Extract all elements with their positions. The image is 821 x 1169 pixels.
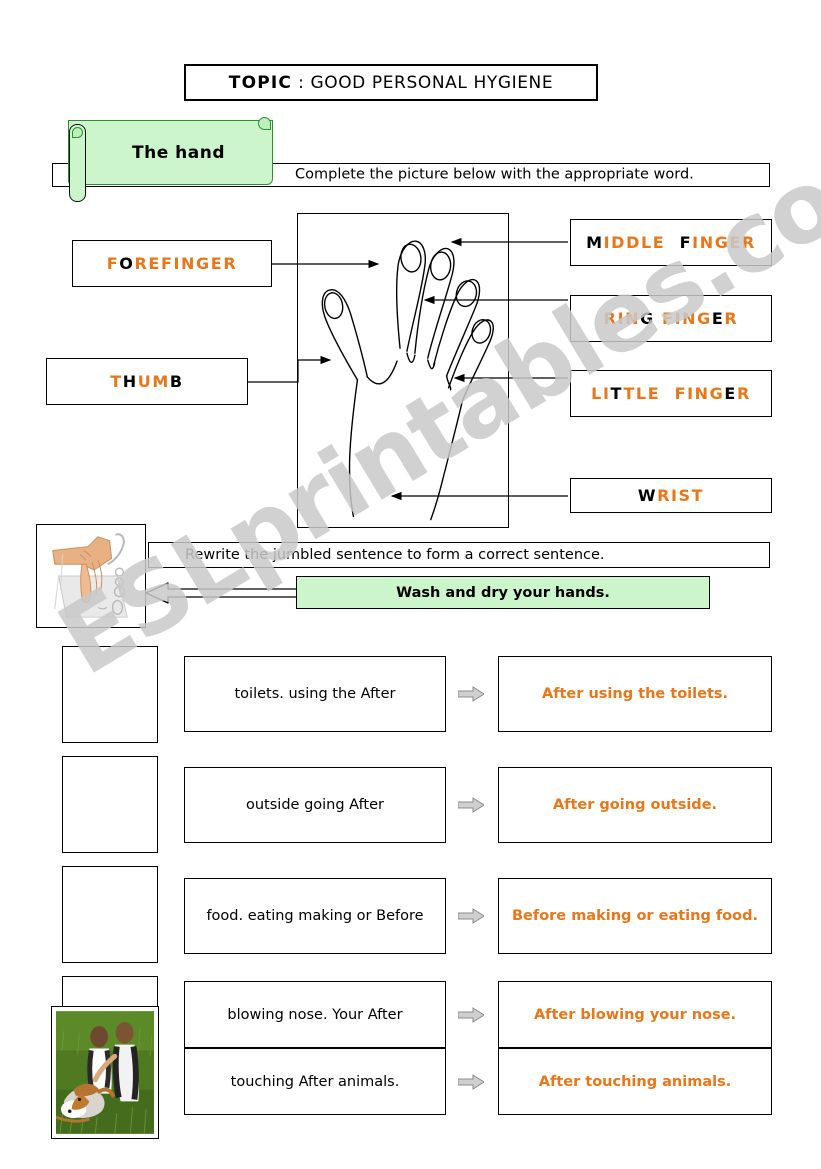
hand-outline-icon [321,240,494,521]
instruction-rewrite-text: Rewrite the jumbled sentence to form a c… [185,547,605,563]
label-box-thumb: THUMB [46,358,248,405]
jumbled-text-3: food. eating making or Before [206,908,424,924]
scroll-roll-icon [69,124,86,202]
label-text-little-finger: LITTLE FINGER [591,384,751,403]
right-arrow-icon-1 [458,686,484,702]
answer-box-4: After blowing your nose. [498,981,772,1048]
topic-label: TOPIC [228,72,293,93]
right-arrow-icon-5 [458,1074,484,1090]
section-banner-hand: The hand [68,120,273,185]
washing-hands-frame [36,524,146,628]
answer-box-2: After going outside. [498,767,772,843]
answer-text-2: After going outside. [552,797,718,813]
hand-diagram-frame [297,213,509,528]
right-arrow-icon-3 [458,908,484,924]
answer-text-4: After blowing your nose. [533,1006,737,1023]
image-placeholder-3 [62,866,158,963]
label-box-forefinger: FOREFINGER [72,240,272,287]
label-text-thumb: THUMB [110,372,184,391]
answer-text-1: After using the toilets. [541,686,729,702]
instruction-bar-rewrite: Rewrite the jumbled sentence to form a c… [148,542,770,568]
example-sentence-box: Wash and dry your hands. [296,576,710,609]
label-box-wrist: WRIST [570,478,772,513]
right-arrow-icon-4 [458,1007,484,1023]
example-sentence-text: Wash and dry your hands. [396,584,610,601]
answer-box-5: After touching animals. [498,1048,772,1115]
section-banner-label: The hand [132,142,225,163]
label-text-ring-finger: RING FINGER [603,309,739,328]
jumbled-box-3: food. eating making or Before [184,878,446,954]
jumbled-text-5: touching After animals. [230,1073,400,1090]
answer-text-3: Before making or eating food. [512,908,758,924]
image-placeholder-2 [62,756,158,853]
page-title: TOPIC : GOOD PERSONAL HYGIENE [229,73,553,93]
people-with-dog-photo-frame [51,1006,159,1139]
topic-subject: GOOD PERSONAL HYGIENE [310,72,554,93]
label-text-forefinger: FOREFINGER [106,254,238,273]
jumbled-text-1: toilets. using the After [234,686,396,702]
label-text-wrist: WRIST [637,486,705,505]
worksheet-page: ESLprintables.com TOPIC : GOOD PERSONAL … [0,0,821,1169]
answer-box-3: Before making or eating food. [498,878,772,954]
instruction-hand-text: Complete the picture below with the appr… [295,166,694,183]
jumbled-text-4: blowing nose. Your After [227,1006,403,1023]
image-placeholder-1 [62,646,158,743]
topic-separator: : [292,72,311,93]
answer-box-1: After using the toilets. [498,656,772,732]
label-box-little-finger: LITTLE FINGER [570,370,772,417]
washing-hands-icon [37,525,145,627]
scroll-curl-icon [258,117,271,130]
jumbled-text-2: outside going After [246,797,384,813]
jumbled-box-2: outside going After [184,767,446,843]
left-block-arrow-icon [146,582,298,604]
label-box-ring-finger: RING FINGER [570,295,772,342]
jumbled-box-4: blowing nose. Your After [184,981,446,1048]
label-text-middle-finger: MIDDLE FINGER [586,233,756,252]
jumbled-box-1: toilets. using the After [184,656,446,732]
people-with-dog-photo [56,1011,154,1134]
jumbled-box-5: touching After animals. [184,1048,446,1115]
answer-text-5: After touching animals. [538,1073,732,1090]
right-arrow-icon-2 [458,797,484,813]
label-box-middle-finger: MIDDLE FINGER [570,219,772,266]
topic-box: TOPIC : GOOD PERSONAL HYGIENE [184,64,598,101]
